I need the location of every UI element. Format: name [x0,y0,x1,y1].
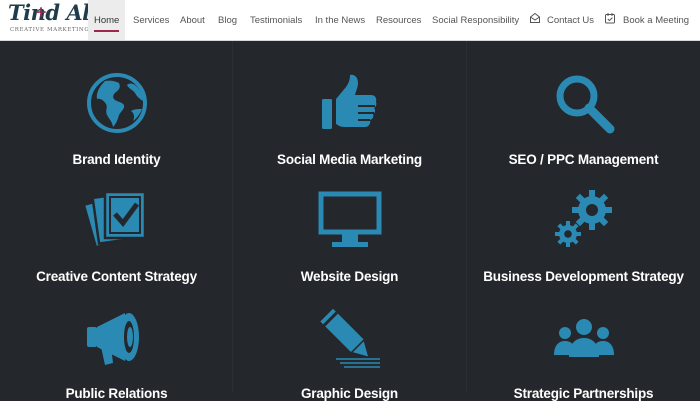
nav-social-responsibility[interactable]: Social Responsibility [432,0,519,40]
monitor-icon [318,191,381,247]
service-label: Strategic Partnerships [513,386,654,401]
nav-blog[interactable]: Blog [218,0,237,40]
service-social-media-marketing[interactable]: Social Media Marketing [233,41,466,167]
nav-book-a-meeting[interactable]: Book a Meeting [623,0,689,40]
nav-resources[interactable]: Resources [376,0,421,40]
checked-documents-icon [84,190,146,249]
envelope-icon[interactable] [529,12,541,24]
logo-star-icon [36,7,46,17]
service-website-design[interactable]: Website Design [233,158,466,284]
service-graphic-design[interactable]: Graphic Design [233,275,466,401]
megaphone-icon [86,313,139,365]
services-grid: Brand Identity Social Media Marketing SE… [0,41,700,401]
service-label: Public Relations [65,386,168,401]
nav-in-the-news[interactable]: In the News [315,0,365,40]
nav-home[interactable]: Home [88,0,125,40]
gears-icon [554,190,612,247]
service-label: Graphic Design [301,386,398,401]
nav-contact-us[interactable]: Contact Us [547,0,594,40]
calendar-icon[interactable] [604,12,616,24]
site-logo[interactable]: Tind All CREATIVE MARKETING [4,0,98,38]
service-public-relations[interactable]: Public Relations [0,275,233,401]
logo-wordmark: Tind All [8,0,98,25]
service-business-development-strategy[interactable]: Business Development Strategy [467,158,700,284]
service-strategic-partnerships[interactable]: Strategic Partnerships [467,275,700,401]
globe-icon [86,73,147,133]
thumbs-up-icon [321,74,376,129]
service-seo-ppc-management[interactable]: SEO / PPC Management [467,41,700,167]
pencil-icon [319,308,380,368]
nav-testimonials[interactable]: Testimonials [250,0,302,40]
nav-services[interactable]: Services [133,0,169,40]
people-group-icon [553,319,614,357]
site-header: Tind All CREATIVE MARKETING Home Service… [0,0,700,41]
service-creative-content-strategy[interactable]: Creative Content Strategy [0,158,233,284]
logo-tagline: CREATIVE MARKETING [10,27,90,33]
magnifier-icon [556,75,614,134]
service-brand-identity[interactable]: Brand Identity [0,41,233,167]
nav-about[interactable]: About [180,0,205,40]
